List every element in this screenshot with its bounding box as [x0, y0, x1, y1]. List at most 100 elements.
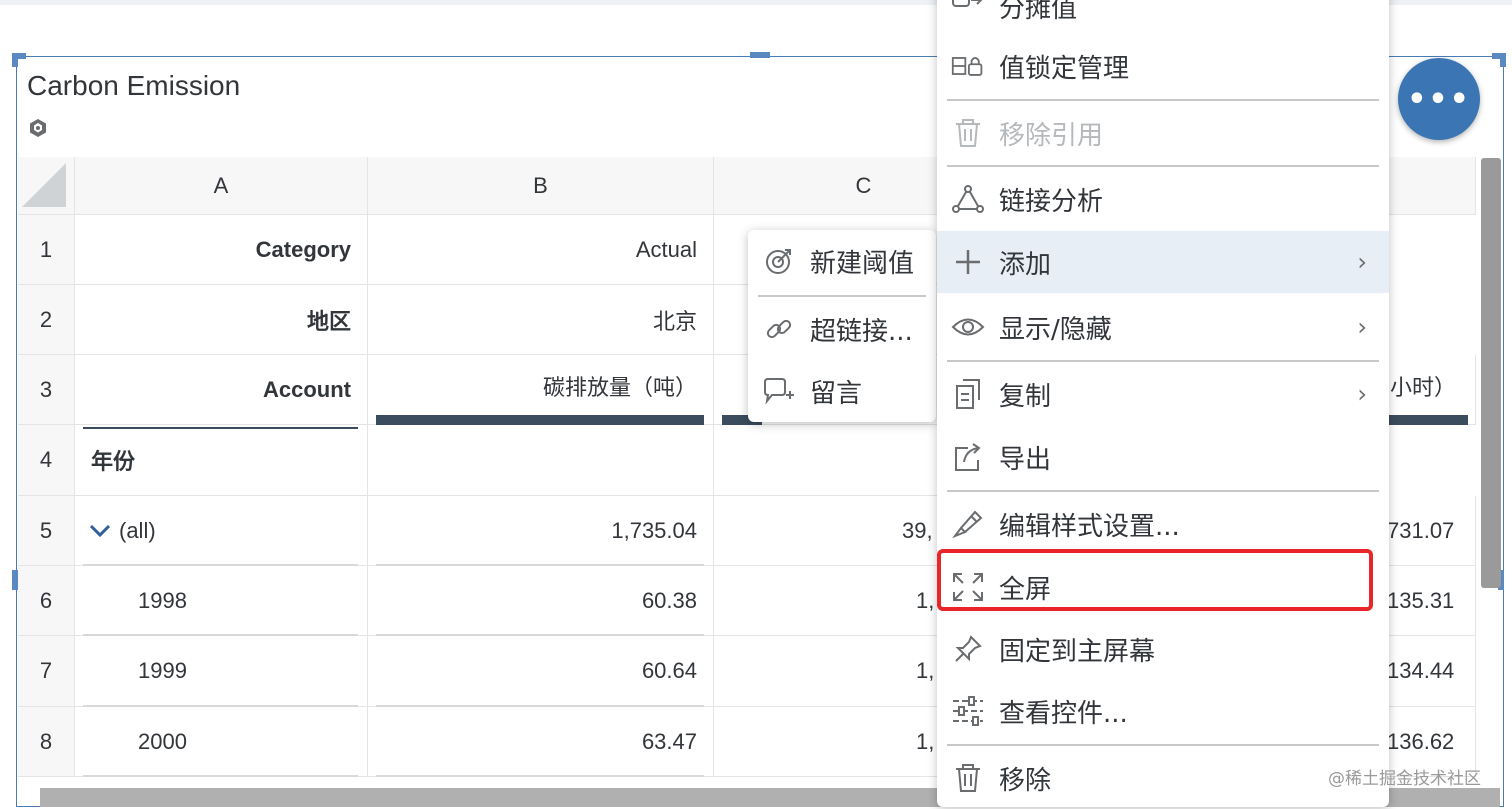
- target-icon: [762, 244, 796, 278]
- export-icon: [951, 440, 985, 474]
- menu-separator: [947, 165, 1379, 167]
- cell-e7[interactable]: 134.44: [1386, 636, 1476, 707]
- cell-a6[interactable]: 1998: [75, 566, 368, 636]
- menu-label: 固定到主屏幕: [999, 636, 1156, 667]
- cell-b4[interactable]: [368, 425, 714, 496]
- submenu-item-new-threshold[interactable]: 新建阈值: [748, 230, 936, 292]
- widget-title: Carbon Emission: [27, 70, 241, 101]
- cell-b5[interactable]: 1,735.04: [368, 496, 714, 566]
- menu-label: 移除引用: [999, 120, 1104, 151]
- pin-icon: [951, 632, 985, 666]
- hierarchy-all-label: (all): [119, 517, 156, 543]
- measure-header-bar: [376, 415, 704, 425]
- menu-separator: [947, 360, 1379, 362]
- measure-header-bar: [1386, 415, 1468, 425]
- menu-item-view-controls[interactable]: 查看控件...: [937, 680, 1389, 742]
- column-header-e[interactable]: [1386, 157, 1476, 215]
- menu-label: 链接分析: [999, 186, 1104, 217]
- menu-item-show-hide[interactable]: 显示/隐藏 ›: [937, 296, 1389, 358]
- menu-item-value-lock[interactable]: 值锁定管理: [937, 35, 1389, 97]
- menu-item-copy[interactable]: 复制 ›: [937, 363, 1389, 425]
- value-lock-icon: [951, 49, 985, 83]
- grid-corner[interactable]: [18, 157, 75, 215]
- cell-a3[interactable]: Account: [75, 355, 368, 425]
- resize-handle-tl-v[interactable]: [12, 53, 18, 67]
- menu-item-add[interactable]: 添加 ›: [937, 231, 1389, 293]
- submenu-label: 新建阈值: [810, 248, 915, 279]
- cell-b8[interactable]: 63.47: [368, 707, 714, 777]
- fullscreen-highlight-annotation: [937, 549, 1373, 611]
- cell-a4[interactable]: 年份: [75, 425, 368, 496]
- row-header[interactable]: 2: [18, 285, 75, 355]
- cell-e6[interactable]: 135.31: [1386, 566, 1476, 636]
- cell-b2[interactable]: 北京: [368, 285, 714, 355]
- menu-label: 查看控件...: [999, 698, 1128, 729]
- plus-icon: [951, 245, 985, 279]
- cell-a2[interactable]: 地区: [75, 285, 368, 355]
- submenu-item-comment[interactable]: 留言: [748, 360, 936, 422]
- resize-handle-tr-v[interactable]: [1500, 53, 1506, 67]
- comment-add-icon: [762, 374, 796, 408]
- more-options-label: •••: [1407, 81, 1471, 117]
- resize-handle-top[interactable]: [750, 52, 770, 58]
- style-brush-icon: [951, 507, 985, 541]
- context-menu: 分摊值 值锁定管理 移除引用 链接分析 添加 › 显示/隐藏 › 复制 › 导出…: [937, 0, 1389, 807]
- cell-e5-value: 731.07: [1387, 517, 1455, 543]
- row-header[interactable]: 8: [18, 707, 75, 777]
- row-header[interactable]: 5: [18, 496, 75, 566]
- menu-label: 复制: [999, 381, 1052, 412]
- menu-label: 导出: [999, 444, 1052, 475]
- chevron-right-icon: ›: [1357, 313, 1367, 341]
- row-separator: [83, 564, 358, 566]
- row-separator: [83, 634, 358, 636]
- row-separator: [83, 775, 358, 777]
- menu-label: 添加: [999, 249, 1052, 280]
- cell-c7-value: 1,: [916, 658, 935, 683]
- cell-a1[interactable]: Category: [75, 215, 368, 285]
- row-separator: [83, 705, 358, 707]
- cell-e5[interactable]: 731.07: [1386, 496, 1476, 566]
- trash-icon: [951, 116, 985, 150]
- add-submenu: 新建阈值 超链接... 留言: [748, 230, 936, 422]
- cell-a8[interactable]: 2000: [75, 707, 368, 777]
- menu-label: 分摊值: [999, 0, 1078, 24]
- menu-label: 值锁定管理: [999, 53, 1130, 84]
- row-header[interactable]: 7: [18, 636, 75, 707]
- menu-separator: [758, 295, 926, 297]
- cell-c5-value: 39,: [902, 517, 933, 543]
- cell-b6[interactable]: 60.38: [368, 566, 714, 636]
- row-header[interactable]: 3: [18, 355, 75, 425]
- copy-icon: [951, 377, 985, 411]
- hyperlink-icon: [762, 312, 796, 346]
- menu-item-edit-style[interactable]: 编辑样式设置...: [937, 493, 1389, 555]
- cell-b7[interactable]: 60.64: [368, 636, 714, 707]
- menu-item-export[interactable]: 导出: [937, 426, 1389, 488]
- menu-item-remove[interactable]: 移除: [937, 747, 1389, 809]
- allocate-icon: [951, 0, 985, 20]
- cell-b1[interactable]: Actual: [368, 215, 714, 285]
- column-header-b[interactable]: B: [368, 157, 714, 215]
- menu-label: 编辑样式设置...: [999, 511, 1180, 542]
- row-separator: [376, 634, 704, 636]
- row-header[interactable]: 4: [18, 425, 75, 496]
- cell-c8-value: 1,: [916, 728, 935, 754]
- cell-a5[interactable]: (all): [75, 496, 368, 566]
- column-header-a[interactable]: A: [75, 157, 368, 215]
- cell-a7[interactable]: 1999: [75, 636, 368, 707]
- row-separator: [376, 775, 704, 777]
- menu-label: 移除: [999, 765, 1052, 796]
- cube-icon: [30, 119, 46, 137]
- menu-item-allocate[interactable]: 分摊值: [937, 0, 1389, 30]
- more-options-button[interactable]: •••: [1398, 58, 1480, 140]
- cell-e8-value: 136.62: [1387, 728, 1455, 754]
- menu-item-link-analysis[interactable]: 链接分析: [937, 168, 1389, 230]
- vertical-scrollbar[interactable]: [1481, 158, 1501, 588]
- menu-label: 显示/隐藏: [999, 314, 1112, 345]
- menu-item-remove-reference[interactable]: 移除引用: [937, 102, 1389, 164]
- cell-c6-value: 1,: [916, 587, 935, 613]
- row-header[interactable]: 6: [18, 566, 75, 636]
- chevron-down-icon[interactable]: [89, 524, 111, 538]
- submenu-item-hyperlink[interactable]: 超链接...: [748, 298, 936, 360]
- menu-item-pin-home[interactable]: 固定到主屏幕: [937, 618, 1389, 680]
- row-header[interactable]: 1: [18, 215, 75, 285]
